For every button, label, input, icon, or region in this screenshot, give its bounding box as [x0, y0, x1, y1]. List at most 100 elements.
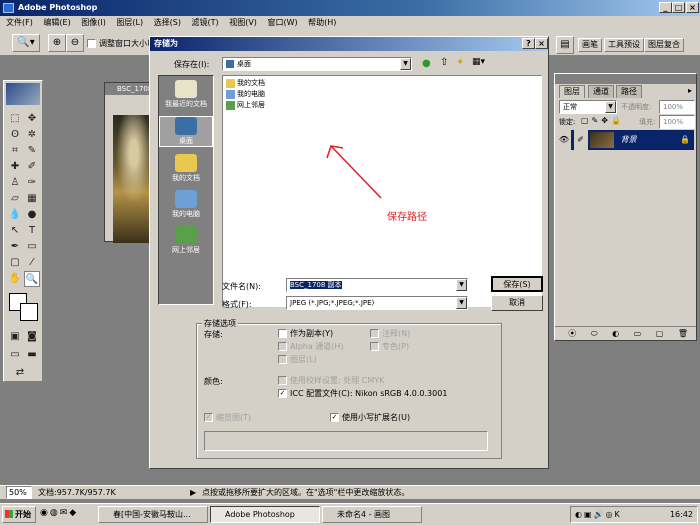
minimize-button[interactable]: _ — [659, 2, 672, 13]
file-item-my-documents[interactable]: 我的文档 — [226, 78, 265, 89]
icc-profile-checkbox[interactable]: ✓ ICC 配置文件(C): Nikon sRGB 4.0.0.3001 — [278, 389, 447, 399]
menu-edit[interactable]: 编辑(E) — [43, 18, 70, 27]
save-button[interactable]: 保存(S) — [491, 276, 543, 292]
history-brush-icon[interactable]: ✑ — [24, 175, 40, 191]
lock-icons[interactable]: ▢✎✥🔒 — [581, 116, 624, 125]
close-button[interactable]: × — [686, 2, 699, 13]
zoom-tool-preset-icon[interactable]: 🔍▾ — [12, 34, 40, 52]
zoom-tool-icon[interactable]: 🔍 — [24, 271, 40, 287]
gradient-tool-icon[interactable]: ▦ — [24, 191, 40, 207]
brush-link-icon[interactable]: ✐ — [573, 130, 588, 150]
well-tab-tool-presets[interactable]: 工具预设 — [604, 38, 644, 52]
alpha-channels-checkbox[interactable]: Alpha 通道(H) — [278, 342, 344, 352]
fullscreen-mode-icon[interactable]: ▬ — [24, 347, 40, 363]
filename-input[interactable]: BSC_1708 副本 ▼ — [286, 278, 468, 292]
task-paint[interactable]: 未命名4 - 画图 — [322, 506, 422, 523]
menu-window[interactable]: 窗口(W) — [267, 18, 297, 27]
clone-stamp-icon[interactable]: ♙ — [7, 175, 23, 191]
eye-icon[interactable]: 👁 — [557, 130, 571, 150]
file-item-my-computer[interactable]: 我的电脑 — [226, 89, 265, 100]
menu-filter[interactable]: 滤镜(T) — [192, 18, 219, 27]
thumbnail-checkbox[interactable]: ✓ 缩览图(T) — [204, 413, 251, 423]
quick-mask-icon[interactable]: ◙ — [24, 329, 40, 345]
lowercase-extension-checkbox[interactable]: ✓ 使用小写扩展名(U) — [330, 413, 410, 423]
fill-input[interactable]: 100% — [659, 115, 695, 129]
resize-windows-checkbox[interactable]: 调整窗口大小以 — [87, 39, 155, 49]
crop-tool-icon[interactable]: ⌗ — [7, 143, 23, 159]
dialog-close-button[interactable]: × — [535, 38, 548, 49]
proof-setup-checkbox[interactable]: 使用校样设置: 处理 CMYK — [278, 376, 384, 386]
place-recent[interactable]: 我最近的文档 — [159, 80, 213, 109]
zoom-out-icon[interactable]: ⊖ — [66, 34, 84, 52]
slice-tool-icon[interactable]: ✎ — [24, 143, 40, 159]
zoom-level-field[interactable]: 50% — [6, 486, 32, 499]
file-list[interactable]: 我的文档 我的电脑 网上邻居 保存路径 — [222, 75, 542, 307]
notes-checkbox[interactable]: 注释(N) — [370, 329, 410, 339]
blur-tool-icon[interactable]: 💧 — [7, 207, 23, 223]
tab-paths[interactable]: 路径 — [616, 85, 642, 98]
healing-brush-icon[interactable]: ✚ — [7, 159, 23, 175]
layer-row-background[interactable]: 👁 ✐ 背景 🔒 — [557, 130, 694, 150]
place-desktop[interactable]: 桌面 — [159, 116, 213, 147]
blend-mode-select[interactable]: 正常 ▼ — [559, 100, 617, 114]
up-folder-icon[interactable]: ⇧ — [440, 57, 448, 68]
magic-wand-icon[interactable]: ✲ — [24, 127, 40, 143]
well-tab-layer-comps[interactable]: 图层复合 — [644, 38, 684, 52]
path-selection-icon[interactable]: ↖ — [7, 223, 23, 239]
dodge-tool-icon[interactable]: ● — [24, 207, 40, 223]
cancel-button[interactable]: 取消 — [491, 295, 543, 311]
place-network[interactable]: 网上邻居 — [159, 226, 213, 255]
palette-menu-icon[interactable]: ▸ — [688, 86, 692, 95]
spot-colors-checkbox[interactable]: 专色(P) — [370, 342, 409, 352]
background-color-swatch[interactable] — [20, 303, 38, 321]
as-copy-checkbox[interactable]: 作为副本(Y) — [278, 329, 333, 339]
well-tab-brushes[interactable]: 画笔 — [578, 38, 602, 52]
menu-view[interactable]: 视图(V) — [229, 18, 257, 27]
place-my-documents[interactable]: 我的文档 — [159, 154, 213, 183]
eraser-tool-icon[interactable]: ▱ — [7, 191, 23, 207]
dialog-titlebar[interactable]: 存储为 ? × — [150, 37, 548, 51]
layers-checkbox[interactable]: 图层(L) — [278, 355, 317, 365]
back-icon[interactable]: ● — [422, 58, 431, 69]
status-arrow-icon[interactable]: ▶ — [190, 486, 196, 499]
lasso-tool-icon[interactable]: ʘ — [7, 127, 23, 143]
tab-channels[interactable]: 通道 — [588, 85, 614, 98]
place-my-computer[interactable]: 我的电脑 — [159, 190, 213, 219]
palette-well-icon[interactable]: ▤ — [556, 36, 574, 54]
menu-select[interactable]: 选择(S) — [154, 18, 181, 27]
dialog-help-button[interactable]: ? — [522, 38, 535, 49]
palette-titlebar[interactable] — [555, 74, 696, 84]
file-item-network[interactable]: 网上邻居 — [226, 100, 265, 111]
layers-bottom-toolbar[interactable]: ⦿ ⬭ ◐ ▭ ▢ 🗑 — [555, 326, 696, 340]
tab-layers[interactable]: 图层 — [559, 85, 585, 98]
menu-file[interactable]: 文件(F) — [6, 18, 33, 27]
menu-image[interactable]: 图像(I) — [81, 18, 106, 27]
shape-tool-icon[interactable]: ▭ — [24, 239, 40, 255]
standard-mode-icon[interactable]: ▣ — [7, 329, 23, 345]
eyedropper-icon[interactable]: ⁄ — [24, 255, 40, 271]
warning-area — [204, 431, 488, 451]
maximize-button[interactable]: □ — [672, 2, 685, 13]
notes-tool-icon[interactable]: ▢ — [7, 255, 23, 271]
marquee-tool-icon[interactable]: ⬚ — [7, 111, 23, 127]
start-button[interactable]: 开始 — [2, 506, 36, 523]
jump-to-imageready-icon[interactable]: ⇄ — [12, 365, 28, 381]
tray-icons[interactable]: ◐▣🔊◎K — [571, 507, 622, 522]
menu-help[interactable]: 帮助(H) — [308, 18, 336, 27]
task-photoshop[interactable]: Adobe Photoshop — [210, 506, 320, 523]
menu-layer[interactable]: 图层(L) — [116, 18, 143, 27]
pen-tool-icon[interactable]: ✒ — [7, 239, 23, 255]
quick-launch-icons[interactable]: ◉◍✉◆ — [40, 508, 78, 518]
format-select[interactable]: JPEG (*.JPG;*.JPEG;*.JPE) ▼ — [286, 296, 468, 310]
hand-tool-icon[interactable]: ✋ — [7, 271, 23, 287]
save-in-select[interactable]: 桌面 ▼ — [222, 57, 412, 71]
move-tool-icon[interactable]: ✥ — [24, 111, 40, 127]
type-tool-icon[interactable]: T — [24, 223, 40, 239]
view-menu-icon[interactable]: ▦▾ — [472, 57, 485, 67]
screen-mode-icon[interactable]: ▭ — [7, 347, 23, 363]
brush-tool-icon[interactable]: ✐ — [24, 159, 40, 175]
new-folder-icon[interactable]: ✦ — [456, 57, 464, 68]
task-browser[interactable]: 春[中国-安徽马鞍山... — [98, 506, 208, 523]
zoom-in-icon[interactable]: ⊕ — [48, 34, 66, 52]
opacity-input[interactable]: 100% — [659, 100, 695, 114]
